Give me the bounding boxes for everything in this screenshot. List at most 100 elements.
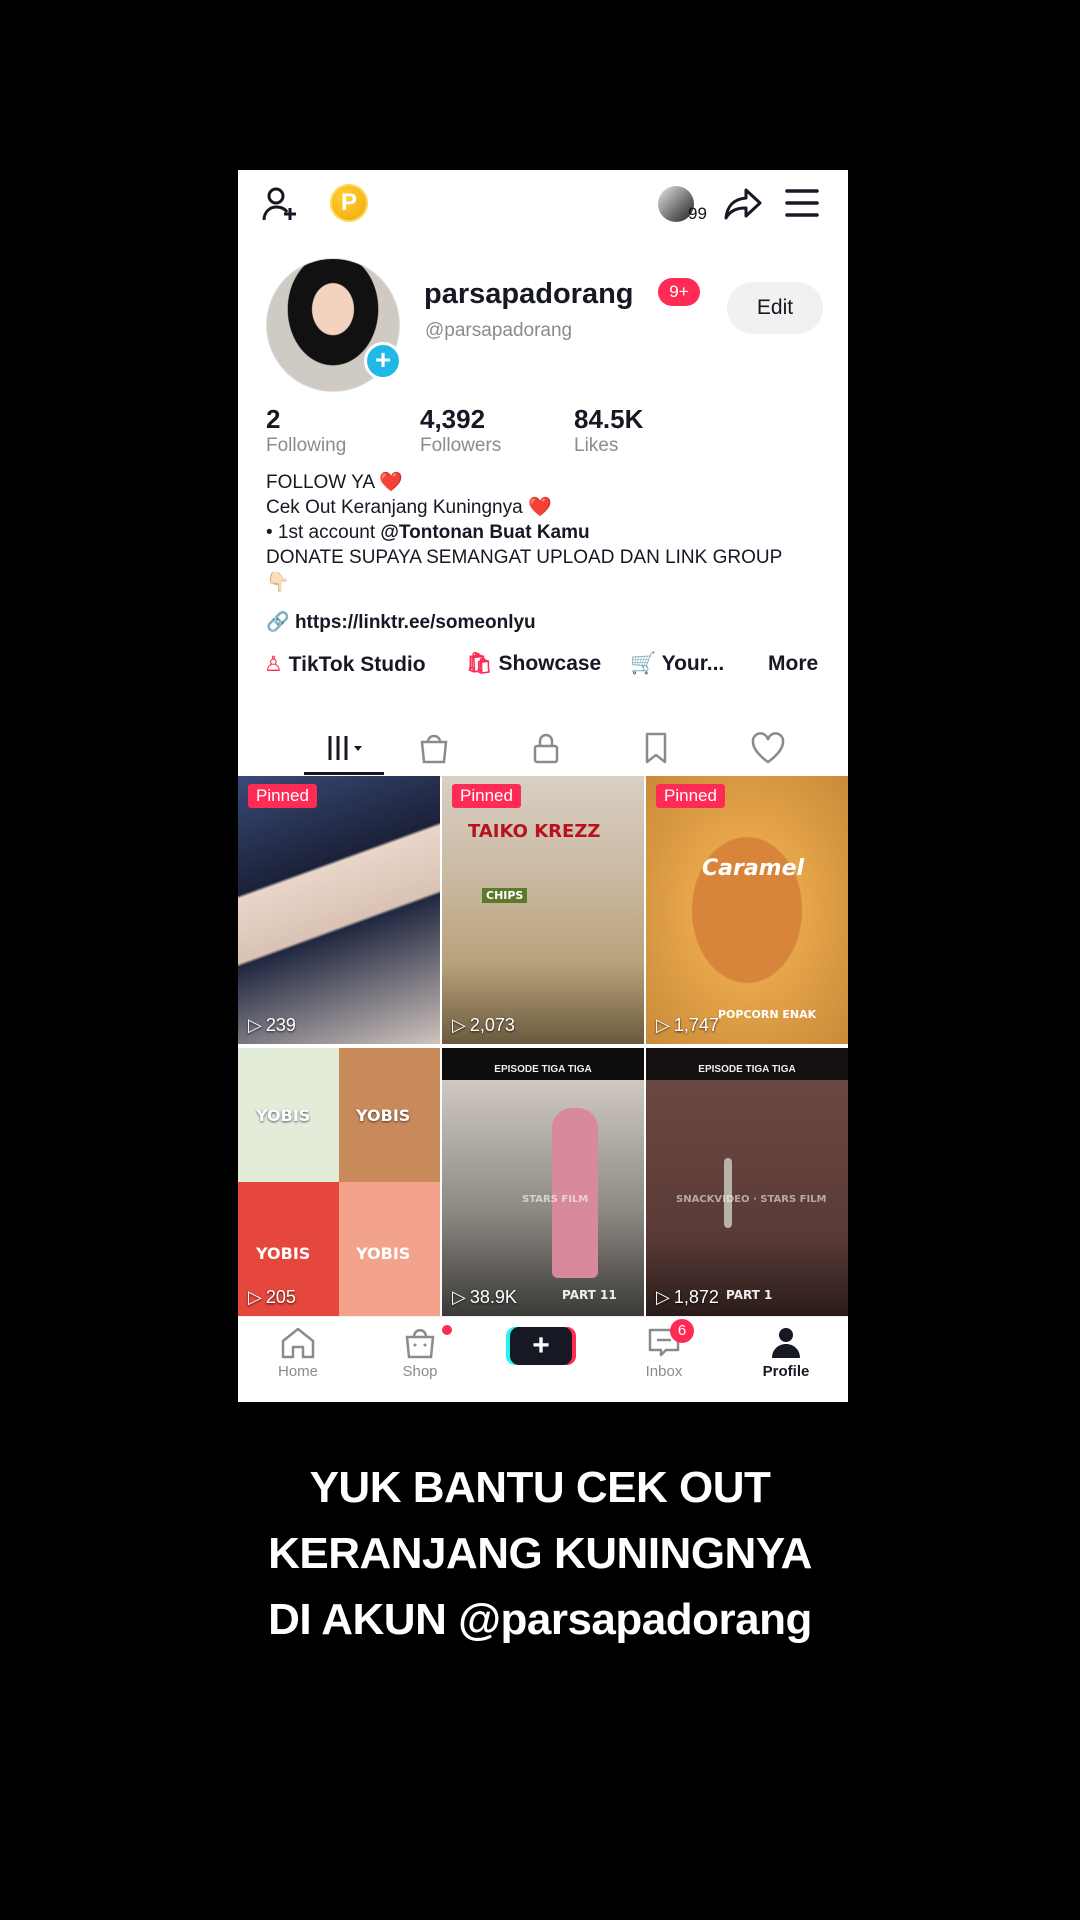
nav-label: Shop	[402, 1363, 438, 1380]
video-overlay-text: EPISODE TIGA TIGA	[698, 1064, 796, 1075]
nav-label: Profile	[762, 1363, 810, 1380]
view-count: ▷ 239	[248, 1015, 296, 1036]
video-tile[interactable]: YOBIS YOBIS YOBIS YOBIS ▷ 205	[238, 1048, 440, 1316]
stat-value: 2	[266, 404, 281, 434]
shop-bag-tab-icon[interactable]	[414, 728, 454, 768]
menu-icon[interactable]	[784, 186, 820, 220]
view-count: ▷ 205	[248, 1287, 296, 1308]
bio-mention-link[interactable]: @Tontonan Buat Kamu	[380, 522, 589, 543]
bookmark-icon[interactable]	[636, 728, 676, 768]
caption-line: DI AKUN @parsapadorang	[268, 1595, 812, 1644]
video-tile[interactable]: EPISODE TIGA TIGA SNACKVIDEO · STARS FIL…	[646, 1048, 848, 1316]
user-handle: @parsapadorang	[425, 320, 573, 341]
videos-grid-tab-icon[interactable]	[324, 728, 364, 768]
shop-notification-dot	[442, 1325, 452, 1335]
view-count: ▷ 38.9K	[452, 1287, 517, 1308]
pinned-badge: Pinned	[656, 784, 725, 808]
stat-label: Followers	[420, 435, 502, 456]
product-brand: Caramel	[702, 856, 805, 881]
play-icon: ▷	[248, 1287, 262, 1307]
watermark: SNACKVIDEO · STARS FILM	[676, 1194, 827, 1205]
nav-shop[interactable]: Shop	[370, 1325, 470, 1380]
caption-line: KERANJANG KUNINGNYA	[268, 1529, 812, 1578]
add-friend-icon[interactable]	[260, 184, 300, 224]
coin-icon[interactable]: P	[330, 184, 368, 222]
link-icon: 🔗	[266, 612, 290, 633]
product-brand: YOBIS	[356, 1244, 411, 1263]
notification-badge[interactable]: 9+	[658, 278, 700, 306]
tiktok-profile-screen: P 99 + parsapadorang 9+ @parsapadorang E…	[238, 170, 848, 1402]
home-icon	[281, 1327, 315, 1359]
shop-icon	[405, 1329, 435, 1359]
nav-profile[interactable]: Profile	[736, 1325, 836, 1380]
video-tile[interactable]: Caramel POPCORN ENAK Pinned ▷ 1,747	[646, 776, 848, 1044]
video-tile[interactable]: Pinned ▷ 239	[238, 776, 440, 1044]
bio-text: • 1st account	[266, 522, 381, 543]
bio-line: FOLLOW YA ❤️	[266, 472, 403, 493]
view-count-text: 205	[265, 1287, 296, 1307]
create-video-button[interactable]: +	[510, 1327, 572, 1365]
play-icon: ▷	[656, 1287, 670, 1307]
view-count-text: 38.9K	[469, 1287, 517, 1307]
nav-inbox[interactable]: Inbox	[614, 1325, 714, 1380]
bio-link[interactable]: 🔗 https://linktr.ee/someonlyu	[266, 610, 536, 634]
stat-value: 4,392	[420, 404, 486, 434]
video-grid: Pinned ▷ 239 TAIKO KREZZ CHIPS Pinned ▷ 2,…	[238, 776, 848, 1316]
view-count: ▷ 1,747	[656, 1015, 719, 1036]
caption-line: YUK BANTU CEK OUT	[309, 1463, 771, 1512]
view-count-text: 2,073	[469, 1015, 515, 1035]
shopping-bag-icon: 🛍	[466, 652, 493, 675]
play-icon: ▷	[656, 1015, 670, 1035]
stat-following[interactable]: 2 Following	[266, 404, 346, 457]
video-figure	[552, 1108, 598, 1278]
video-tile[interactable]: TAIKO KREZZ CHIPS Pinned ▷ 2,073	[442, 776, 644, 1044]
view-count-text: 239	[265, 1015, 296, 1035]
studio-icon: ♙	[264, 653, 283, 676]
pinned-badge: Pinned	[452, 784, 521, 808]
product-brand: YOBIS	[256, 1244, 311, 1263]
cart-icon: 🛒	[630, 652, 657, 675]
part-label: PART 11	[562, 1288, 617, 1302]
overlay-caption: YUK BANTU CEK OUT KERANJANG KUNINGNYA DI…	[0, 1455, 1080, 1653]
video-overlay-text: EPISODE TIGA TIGA	[494, 1064, 592, 1075]
lock-icon[interactable]	[526, 728, 566, 768]
edit-profile-button[interactable]: Edit	[727, 282, 823, 334]
pill-label: TikTok Studio	[288, 653, 426, 676]
video-tile[interactable]: EPISODE TIGA TIGA STARS FILM PART 11 ▷ 38…	[442, 1048, 644, 1316]
stat-label: Following	[266, 435, 347, 456]
tiktok-studio-button[interactable]: ♙ TikTok Studio	[264, 652, 426, 677]
stat-followers[interactable]: 4,392 Followers	[420, 404, 501, 457]
nav-home[interactable]: Home	[248, 1325, 348, 1380]
pinned-badge: Pinned	[248, 784, 317, 808]
video-overlay-text: POPCORN ENAK	[718, 1008, 817, 1021]
add-story-icon[interactable]: +	[364, 342, 402, 380]
profile-icon	[772, 1328, 800, 1358]
bio-line: 👇🏻	[266, 572, 290, 593]
story-count: 99	[688, 204, 707, 223]
username: parsapadorang	[424, 278, 634, 310]
nav-label: Home	[277, 1363, 318, 1380]
bio-link-text: https://linktr.ee/someonlyu	[294, 612, 536, 633]
profile-tabs	[238, 718, 848, 777]
bio-line: Cek Out Keranjang Kuningnya ❤️	[266, 497, 552, 518]
product-label: CHIPS	[482, 888, 528, 903]
more-button[interactable]: More	[768, 652, 818, 676]
view-count-text: 1,747	[673, 1015, 719, 1035]
share-icon[interactable]	[724, 184, 764, 224]
product-brand: YOBIS	[356, 1106, 411, 1125]
play-icon: ▷	[452, 1015, 466, 1035]
bio: FOLLOW YA ❤️ Cek Out Keranjang Kuningnya…	[266, 470, 836, 595]
play-icon: ▷	[248, 1015, 262, 1035]
your-orders-button[interactable]: 🛒 Your...	[630, 652, 724, 676]
play-icon: ▷	[452, 1287, 466, 1307]
pill-label: Showcase	[498, 652, 602, 675]
product-brand: TAIKO KREZZ	[468, 821, 601, 842]
heart-icon[interactable]	[748, 728, 788, 768]
stat-label: Likes	[574, 435, 619, 456]
active-tab-indicator	[304, 772, 384, 775]
product-brand: YOBIS	[256, 1106, 311, 1125]
showcase-button[interactable]: 🛍 Showcase	[466, 652, 601, 676]
nav-label: Inbox	[645, 1363, 683, 1380]
door-handle	[724, 1158, 732, 1228]
stat-likes[interactable]: 84.5K Likes	[574, 404, 643, 457]
